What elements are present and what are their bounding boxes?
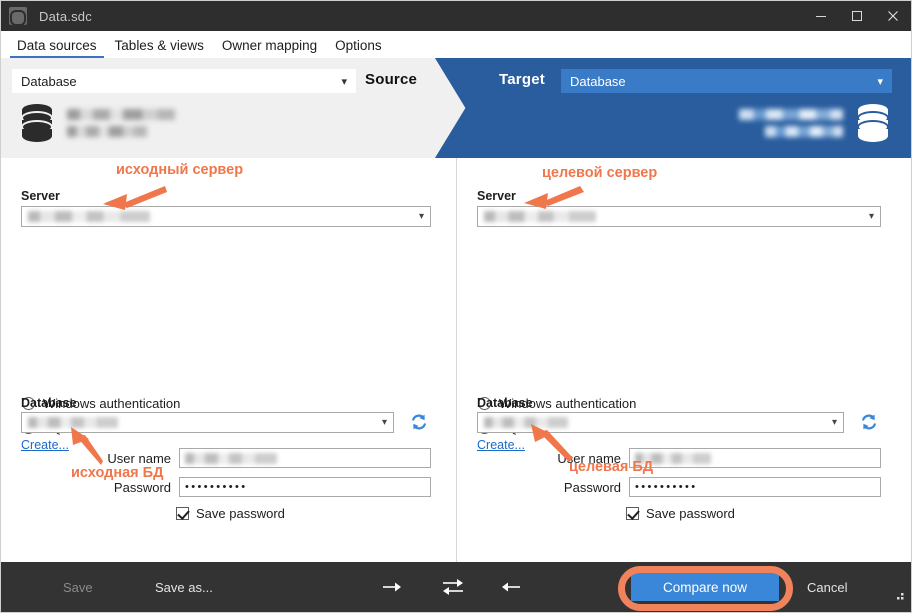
save-as-button[interactable]: Save as... bbox=[155, 580, 213, 595]
target-password-row: Password •••••••••• bbox=[551, 477, 881, 497]
source-username-input[interactable] bbox=[179, 448, 431, 468]
chevron-down-icon: ▾ bbox=[877, 75, 883, 88]
chevron-down-icon: ▾ bbox=[418, 211, 424, 222]
source-password-label: Password bbox=[113, 479, 171, 495]
database-cylinder-icon bbox=[21, 104, 53, 142]
close-icon[interactable] bbox=[875, 1, 911, 31]
source-save-password-checkbox[interactable]: Save password bbox=[176, 506, 285, 521]
source-server-combo[interactable]: ▾ bbox=[21, 206, 431, 227]
target-create-database-link[interactable]: Create... bbox=[477, 438, 525, 452]
title-bar: Data.sdc bbox=[1, 1, 911, 31]
target-password-input[interactable]: •••••••••• bbox=[629, 477, 881, 497]
target-username-input[interactable] bbox=[629, 448, 881, 468]
target-connection-text bbox=[739, 109, 843, 137]
arrow-right-icon[interactable] bbox=[382, 580, 402, 594]
annotation-source-server: исходный сервер bbox=[116, 162, 244, 178]
source-target-header: Database ▾ Source Target Database ▾ bbox=[1, 58, 911, 158]
save-button[interactable]: Save bbox=[63, 580, 93, 595]
chevron-down-icon: ▾ bbox=[381, 417, 387, 428]
db-compare-icon bbox=[9, 7, 27, 26]
arrow-left-icon[interactable] bbox=[501, 580, 521, 594]
target-role-label: Target bbox=[499, 71, 545, 88]
annotation-source-db: исходная БД bbox=[71, 465, 164, 481]
target-save-password-label: Save password bbox=[646, 506, 735, 521]
source-password-value: •••••••••• bbox=[185, 481, 248, 493]
tab-data-sources[interactable]: Data sources bbox=[8, 38, 106, 58]
chevron-down-icon: ▾ bbox=[831, 417, 837, 428]
resize-grip-icon[interactable] bbox=[893, 592, 905, 604]
source-database-label: Database bbox=[21, 396, 77, 410]
source-connection-panel: Server ▾ Windows authentication SQL Serv… bbox=[1, 158, 456, 562]
connection-panels: Server ▾ Windows authentication SQL Serv… bbox=[1, 158, 911, 562]
tab-owner-mapping[interactable]: Owner mapping bbox=[213, 38, 326, 58]
window-controls bbox=[803, 1, 911, 31]
database-cylinder-icon bbox=[857, 104, 889, 142]
application-window: Data.sdc Data sources Tables & views Own… bbox=[0, 0, 912, 613]
target-refresh-icon[interactable] bbox=[859, 412, 879, 432]
tab-bar: Data sources Tables & views Owner mappin… bbox=[1, 31, 911, 58]
source-password-input[interactable]: •••••••••• bbox=[179, 477, 431, 497]
chevron-down-icon: ▾ bbox=[868, 211, 874, 222]
target-type-value: Database bbox=[570, 73, 626, 89]
window-title: Data.sdc bbox=[39, 8, 92, 24]
source-role-label: Source bbox=[365, 71, 418, 88]
annotation-arrow-source-server bbox=[103, 186, 167, 210]
target-save-password-checkbox[interactable]: Save password bbox=[626, 506, 735, 521]
chevron-down-icon: ▾ bbox=[341, 75, 347, 88]
source-create-database-link[interactable]: Create... bbox=[21, 438, 69, 452]
bottom-action-bar: Save Save as... Compare now Cancel bbox=[1, 562, 911, 612]
checkbox-icon bbox=[626, 507, 639, 520]
source-username-label: User name bbox=[107, 450, 171, 466]
cancel-button[interactable]: Cancel bbox=[807, 580, 847, 595]
tab-options[interactable]: Options bbox=[326, 38, 391, 58]
annotation-arrow-target-server bbox=[524, 186, 584, 209]
source-save-password-label: Save password bbox=[196, 506, 285, 521]
swap-arrows-icon[interactable] bbox=[441, 577, 465, 597]
target-server-label: Server bbox=[477, 189, 516, 203]
source-type-value: Database bbox=[21, 73, 77, 89]
compare-now-button[interactable]: Compare now bbox=[631, 573, 779, 601]
source-type-select[interactable]: Database ▾ bbox=[12, 69, 356, 93]
source-connection-text bbox=[67, 109, 175, 137]
target-connection-panel: Server ▾ Windows authentication SQL Serv… bbox=[456, 158, 911, 562]
annotation-arrow-target-db bbox=[531, 424, 573, 462]
target-password-value: •••••••••• bbox=[635, 481, 698, 493]
target-password-label: Password bbox=[563, 479, 621, 495]
source-username-value bbox=[185, 452, 277, 464]
minimize-icon[interactable] bbox=[803, 1, 839, 31]
annotation-arrow-source-db bbox=[71, 427, 103, 465]
target-type-select[interactable]: Database ▾ bbox=[561, 69, 892, 93]
target-connection-summary bbox=[739, 103, 891, 143]
maximize-icon[interactable] bbox=[839, 1, 875, 31]
source-server-label: Server bbox=[21, 189, 60, 203]
source-connection-summary bbox=[19, 103, 175, 143]
tab-tables-views[interactable]: Tables & views bbox=[106, 38, 213, 58]
target-database-label: Database bbox=[477, 396, 533, 410]
checkbox-icon bbox=[176, 507, 189, 520]
annotation-target-server: целевой сервер bbox=[542, 165, 658, 181]
source-refresh-icon[interactable] bbox=[409, 412, 429, 432]
